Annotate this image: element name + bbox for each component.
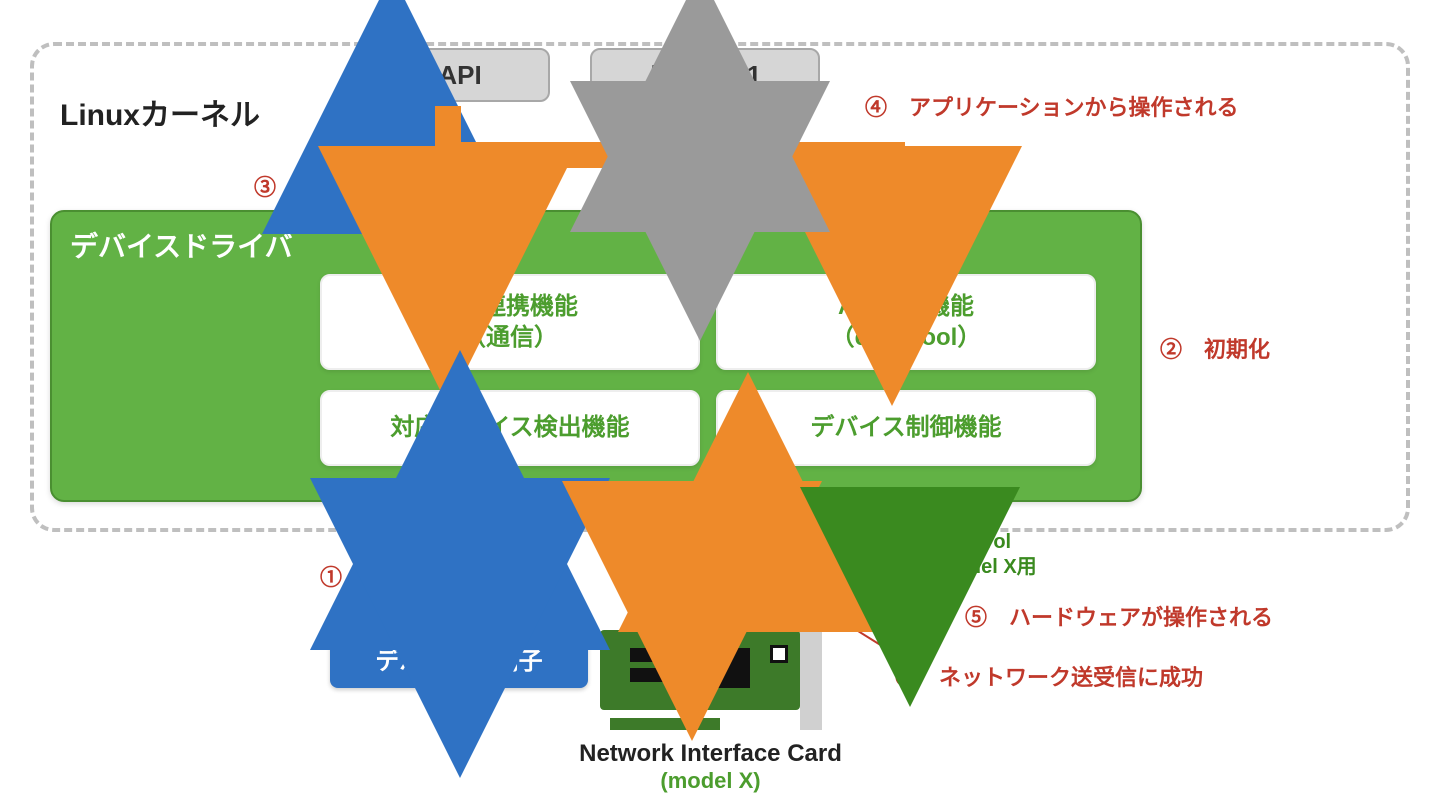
api-comm-line1: API連携機能	[442, 291, 578, 322]
device-identifier-box: デバイス識別子	[330, 628, 588, 688]
step-1-label: ① 一致	[320, 560, 408, 592]
step-5-label: ⑤ ハードウェアが操作される	[965, 600, 1273, 632]
control-line1: Control	[940, 531, 1011, 553]
nic-caption: Network Interface Card (model X)	[548, 740, 873, 794]
control-line2: Model X用	[940, 556, 1037, 578]
api-box: API	[370, 48, 550, 102]
step-6-label: ⑥ ネットワーク送受信に成功	[895, 660, 1203, 692]
step-2-label: ② 初期化	[1160, 332, 1270, 364]
device-detection-label: 対応デバイス検出機能	[390, 412, 629, 443]
device-control-feature-box: デバイス制御機能	[716, 390, 1096, 466]
device-detection-feature-box: 対応デバイス検出機能	[320, 390, 700, 466]
api-ethertool-line1: API連携機能	[838, 291, 974, 322]
nic-hardware-icon	[600, 610, 850, 730]
dev-net1-box: /dev/net1	[590, 48, 820, 102]
linux-kernel-title: Linuxカーネル	[60, 90, 260, 134]
step-3-label: ③ 登録	[254, 170, 342, 202]
api-comm-line2: （通信）	[462, 322, 558, 353]
api-ethertool-feature-box: API連携機能 （ethertool）	[716, 274, 1096, 370]
api-comm-feature-box: API連携機能 （通信）	[320, 274, 700, 370]
control-label: Control Model X用	[940, 530, 1037, 580]
data-label: DATA	[790, 535, 848, 561]
step-4-label: ④ アプリケーションから操作される	[865, 90, 1239, 122]
nic-name: Network Interface Card	[579, 740, 842, 767]
nic-model: (model X)	[548, 768, 873, 794]
api-ethertool-line2: （ethertool）	[831, 322, 982, 353]
device-control-label: デバイス制御機能	[810, 412, 1001, 443]
device-driver-title: デバイスドライバ	[70, 225, 293, 265]
